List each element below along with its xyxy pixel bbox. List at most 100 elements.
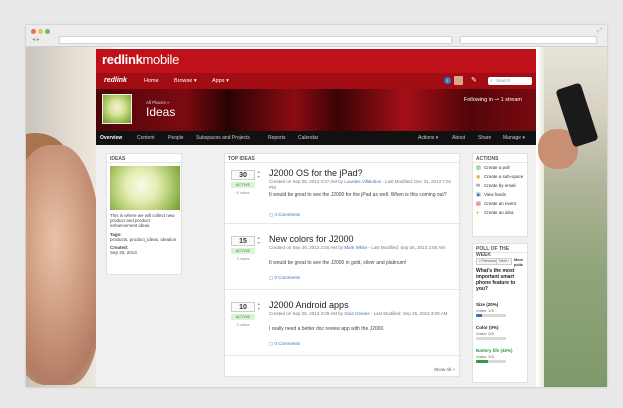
author-link[interactable]: Gina Graves bbox=[344, 311, 369, 316]
vote-arrows-icon[interactable]: ▲ ▼ bbox=[257, 236, 261, 246]
top-ideas-widget: TOP IDEAS 30 ▲ ▼ ACTIVE 6 votes J2000 OS … bbox=[224, 153, 461, 377]
idea-title[interactable]: New colors for J2000 bbox=[269, 234, 354, 244]
tab-people[interactable]: People bbox=[168, 135, 184, 141]
main-content: IDEAS This is where we will collect new … bbox=[96, 145, 536, 387]
page-title: Ideas bbox=[146, 105, 176, 119]
vote-arrows-icon[interactable]: ▲ ▼ bbox=[257, 302, 261, 312]
action-subspace[interactable]: ◉ Create a sub-space bbox=[473, 172, 527, 181]
author-link[interactable]: Mark White bbox=[344, 245, 367, 250]
widget-header: POLL OF THE WEEK bbox=[473, 244, 527, 258]
idea-item: 30 ▲ ▼ ACTIVE 6 votes J2000 OS for the jP… bbox=[225, 164, 461, 224]
poll-widget: POLL OF THE WEEK ‹ Previous Next › More … bbox=[472, 243, 528, 383]
idea-body: I really need a better doc review app wi… bbox=[269, 326, 385, 332]
brand-logo[interactable]: redlinkmobile bbox=[102, 53, 179, 67]
meta-modified: - Last Modified: Sep 26, 2013 3:09 AM bbox=[369, 311, 448, 316]
comments-link[interactable]: ▢ 4 Comments bbox=[269, 212, 300, 218]
nav-apps[interactable]: Apps ▾ bbox=[212, 78, 229, 84]
tab-reports[interactable]: Reports bbox=[268, 135, 286, 141]
address-bar[interactable] bbox=[59, 36, 452, 44]
tab-content[interactable]: Content bbox=[137, 135, 155, 141]
tab-calendar[interactable]: Calendar bbox=[298, 135, 318, 141]
show-all-link[interactable]: Show All » bbox=[434, 367, 455, 372]
status-badge: ACTIVE bbox=[231, 314, 255, 320]
minimize-window-button[interactable] bbox=[38, 29, 43, 34]
notification-badge[interactable]: 1 bbox=[444, 77, 451, 84]
poll-option[interactable]: Battery life (40%) Votes: 2/5 bbox=[476, 348, 526, 363]
maximize-window-button[interactable] bbox=[45, 29, 50, 34]
action-label: Create a poll bbox=[484, 165, 510, 170]
action-poll[interactable]: ▥ Create a poll bbox=[473, 163, 527, 172]
option-bar bbox=[476, 337, 506, 340]
idea-title[interactable]: J2000 Android apps bbox=[269, 300, 349, 310]
place-avatar-image bbox=[102, 94, 132, 124]
brand-bar: redlinkmobile bbox=[96, 49, 536, 73]
manage-menu[interactable]: Manage ▾ bbox=[503, 135, 525, 141]
fullscreen-icon[interactable]: ⤢ bbox=[597, 28, 602, 35]
nav-browse[interactable]: Browse ▾ bbox=[174, 78, 197, 84]
ideas-image bbox=[110, 166, 180, 210]
brand-rest: mobile bbox=[142, 52, 180, 67]
vote-count: 6 votes bbox=[236, 190, 250, 195]
browser-search-field[interactable] bbox=[460, 36, 597, 44]
tab-subspaces[interactable]: Subspaces and Projects bbox=[196, 135, 250, 141]
vote-arrows-icon[interactable]: ▲ ▼ bbox=[257, 170, 261, 180]
meta-created: Created on Sep 26, 2013 3:27 AM by bbox=[269, 179, 345, 184]
vote-score: 30 bbox=[231, 170, 255, 180]
option-label: Size (20%) bbox=[476, 302, 499, 307]
comments-link[interactable]: ▢ 0 Comments bbox=[269, 341, 300, 347]
idea-body: It would be great to see the J2000 for t… bbox=[269, 192, 447, 198]
poll-option[interactable]: Color (0%) Votes: 0/5 bbox=[476, 325, 526, 340]
author-link[interactable]: Lourdes Villalobos bbox=[344, 179, 381, 184]
place-banner: All Places » Ideas Following in ⇀ 1 stre… bbox=[96, 89, 536, 131]
option-bar bbox=[476, 314, 506, 317]
tags-value[interactable]: products, product_ideas, ideation bbox=[107, 237, 181, 242]
comments-count: 4 Comments bbox=[274, 212, 301, 217]
idea-item: 10 ▲ ▼ ACTIVE 2 votes J2000 Android apps … bbox=[225, 296, 461, 356]
search-placeholder: Search bbox=[496, 78, 511, 83]
action-email[interactable]: ✉ Create by email bbox=[473, 181, 527, 190]
idea-title[interactable]: J2000 OS for the jPad? bbox=[269, 168, 363, 178]
nav-home[interactable]: Home bbox=[144, 78, 159, 84]
poll-next-button[interactable]: Next › bbox=[496, 258, 513, 265]
close-window-button[interactable] bbox=[31, 29, 36, 34]
idea-item: 15 ▲ ▼ ACTIVE 3 votes New colors for J200… bbox=[225, 230, 461, 290]
action-label: Create an idea bbox=[484, 210, 514, 215]
actions-list: ▥ Create a poll ◉ Create a sub-space ✉ Create… bbox=[473, 163, 527, 217]
widget-header: IDEAS bbox=[107, 154, 181, 163]
top-navigation: redlink Home Browse ▾ Apps ▾ 1 ✎ ⌕ Search bbox=[96, 73, 536, 89]
tab-about[interactable]: About bbox=[452, 135, 465, 141]
brand-bold: redlink bbox=[102, 52, 143, 67]
avatar[interactable] bbox=[454, 76, 463, 85]
action-feeds[interactable]: ▣ View feeds bbox=[473, 190, 527, 199]
actions-widget: ACTIONS ▥ Create a poll ◉ Create a sub-spac… bbox=[472, 153, 528, 237]
idea-icon: ● bbox=[476, 210, 480, 216]
meta-modified: - Last Modified: Sep 26, 2013 2:55 AM bbox=[367, 245, 445, 250]
option-bar-fill bbox=[476, 314, 482, 317]
pencil-icon[interactable]: ✎ bbox=[471, 76, 477, 84]
vote-count: 3 votes bbox=[236, 256, 250, 261]
vote-count: 2 votes bbox=[236, 322, 250, 327]
actions-menu[interactable]: Actions ▾ bbox=[418, 135, 438, 141]
option-label: Battery life (40%) bbox=[476, 348, 513, 353]
place-subnav: Overview Content People Subspaces and Pr… bbox=[96, 131, 536, 145]
poll-option[interactable]: Size (20%) Votes: 1/5 bbox=[476, 302, 526, 317]
widget-header: ACTIONS bbox=[473, 154, 527, 163]
action-event[interactable]: ▤ Create an event bbox=[473, 199, 527, 208]
option-bar-fill bbox=[476, 360, 488, 363]
comments-count: 0 Comments bbox=[274, 275, 301, 280]
following-button[interactable]: Following in ⇀ 1 stream bbox=[464, 97, 522, 103]
browser-window: ◂ ▸ ⤢ redlinkmobile redlink Home Browse … bbox=[26, 25, 607, 387]
more-polls-link[interactable]: More polls bbox=[512, 258, 527, 267]
back-forward-arrows-icon[interactable]: ◂ ▸ bbox=[32, 37, 40, 43]
widget-header: TOP IDEAS bbox=[225, 154, 459, 163]
option-bar bbox=[476, 360, 506, 363]
action-idea[interactable]: ● Create an idea bbox=[473, 208, 527, 217]
tab-overview[interactable]: Overview bbox=[100, 135, 122, 141]
search-input[interactable]: ⌕ Search bbox=[488, 77, 532, 85]
share-button[interactable]: Share bbox=[478, 135, 491, 141]
poll-question: What's the most important smart phone fe… bbox=[476, 268, 516, 292]
vote-score: 10 bbox=[231, 302, 255, 312]
created-value: Sep 25, 2013 bbox=[110, 250, 137, 256]
comments-link[interactable]: ▢ 0 Comments bbox=[269, 275, 300, 281]
nav-logo[interactable]: redlink bbox=[104, 77, 127, 84]
